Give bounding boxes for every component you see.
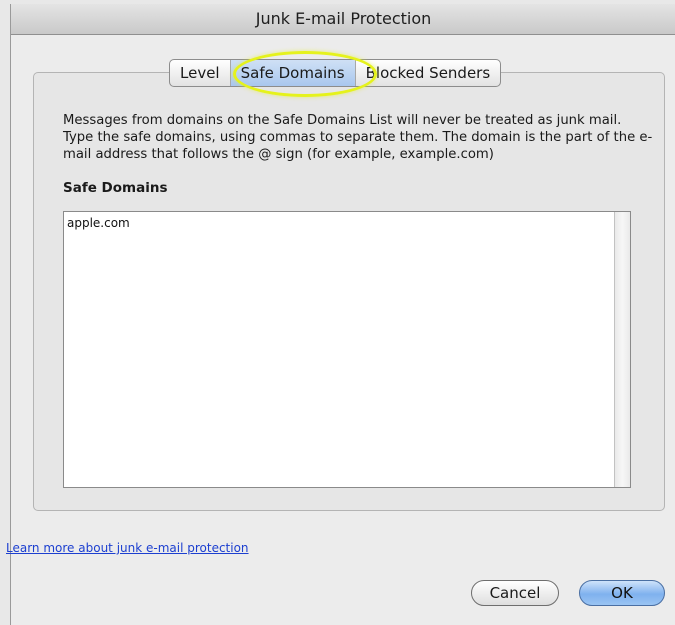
textarea-scrollbar[interactable] [614,212,630,487]
tab-safe-domains[interactable]: Safe Domains [230,60,356,86]
tab-panel: Messages from domains on the Safe Domain… [33,72,665,511]
dialog-title: Junk E-mail Protection [11,4,675,35]
tab-level[interactable]: Level [170,60,231,86]
learn-more-link[interactable]: Learn more about junk e-mail protection [6,541,249,555]
safe-domains-label: Safe Domains [63,180,168,196]
tab-bar: Level Safe Domains Blocked Senders [169,59,502,87]
safe-domains-textarea[interactable]: apple.com [63,211,631,488]
cancel-button[interactable]: Cancel [471,580,559,606]
ok-button[interactable]: OK [579,580,665,606]
tab-blocked-senders[interactable]: Blocked Senders [356,60,501,86]
safe-domains-description: Messages from domains on the Safe Domain… [63,113,653,162]
safe-domains-value: apple.com [67,216,130,230]
junk-email-protection-dialog: Junk E-mail Protection Messages from dom… [6,4,675,625]
